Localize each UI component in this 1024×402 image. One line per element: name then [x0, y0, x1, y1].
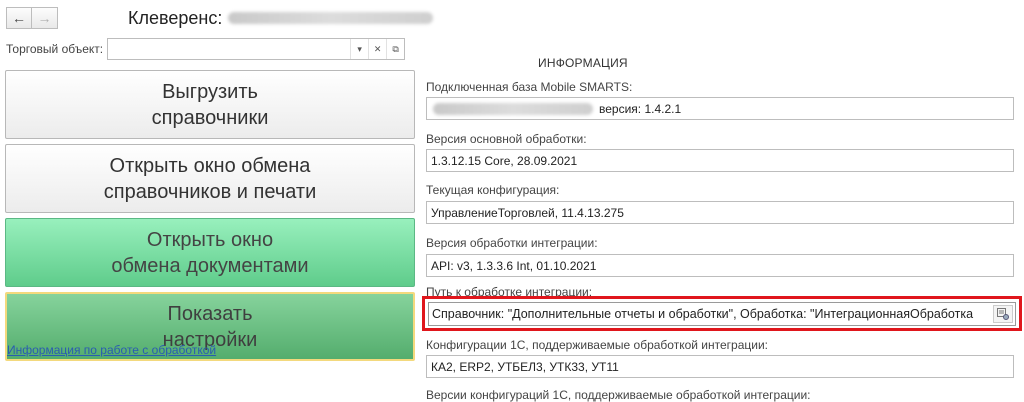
field-integration-path-value: Справочник: "Дополнительные отчеты и обр…	[432, 307, 974, 321]
arrow-right-icon: →	[37, 10, 52, 26]
field-label-mobile-smarts: Подключенная база Mobile SMARTS:	[426, 80, 633, 94]
field-integration-path[interactable]: Справочник: "Дополнительные отчеты и обр…	[428, 302, 1016, 326]
field-label-supported-configs: Конфигурации 1С, поддерживаемые обработк…	[426, 338, 769, 352]
field-mobile-smarts-value: версия: 1.4.2.1	[599, 101, 682, 116]
forward-button[interactable]: →	[32, 7, 58, 29]
field-integration-version[interactable]: API: v3, 1.3.3.6 Int, 01.10.2021	[426, 254, 1014, 277]
field-mobile-smarts[interactable]: версия: 1.4.2.1	[426, 97, 1014, 120]
field-supported-configs[interactable]: КА2, ERP2, УТБЕЛ3, УТК33, УТ11	[426, 355, 1014, 378]
redacted-db-name	[433, 102, 593, 115]
chevron-down-icon[interactable]: ▾	[350, 39, 368, 59]
field-label-core-version: Версия основной обработки:	[426, 132, 587, 146]
open-form-icon[interactable]	[993, 305, 1013, 323]
field-configuration[interactable]: УправлениеТорговлей, 11.4.13.275	[426, 201, 1014, 224]
export-directories-button[interactable]: Выгрузить справочники	[5, 70, 415, 139]
window-title: Клеверенс:	[128, 7, 434, 29]
info-link[interactable]: Информация по работе с обработкой	[7, 343, 216, 357]
back-button[interactable]: ←	[6, 7, 32, 29]
open-form-icon[interactable]: ⧉	[386, 39, 404, 59]
close-icon[interactable]: ✕	[368, 39, 386, 59]
open-documents-exchange-button[interactable]: Открыть окно обмена документами	[5, 218, 415, 287]
open-exchange-print-button[interactable]: Открыть окно обмена справочников и печат…	[5, 144, 415, 213]
field-label-configuration: Текущая конфигурация:	[426, 183, 560, 197]
info-heading: ИНФОРМАЦИЯ	[538, 56, 628, 70]
trade-object-input[interactable]: ▾ ✕ ⧉	[107, 38, 406, 60]
window-title-text: Клеверенс:	[128, 7, 223, 28]
field-label-integration-version: Версия обработки интеграции:	[426, 236, 598, 250]
trade-object-row: Торговый объект: ▾ ✕ ⧉	[6, 38, 406, 60]
redacted-title	[228, 12, 434, 24]
trade-object-label: Торговый объект:	[6, 42, 104, 56]
field-core-version[interactable]: 1.3.12.15 Core, 28.09.2021	[426, 149, 1014, 172]
top-bar: ← → Клеверенс:	[6, 6, 434, 30]
arrow-left-icon: ←	[12, 10, 26, 26]
